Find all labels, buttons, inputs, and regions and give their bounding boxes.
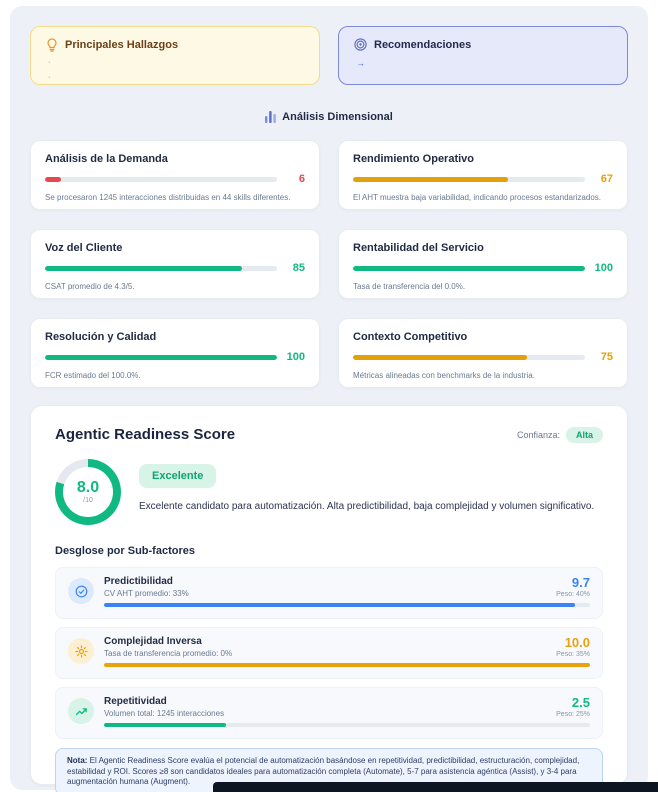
progress-track [104,603,590,607]
dimensional-analysis-header: Análisis Dimensional [30,111,628,123]
score-gauge: 8.0 /10 [55,459,121,525]
dimension-title: Rendimiento Operativo [353,153,613,165]
confidence-label: Confianza: [517,430,560,440]
gauge-score: 8.0 [77,480,99,496]
progress-fill [353,177,508,182]
progress-track [45,266,277,271]
dimension-title: Rentabilidad del Servicio [353,242,613,254]
dimension-title: Análisis de la Demanda [45,153,305,165]
note-label: Nota: [67,756,87,765]
subfactor-detail: CV AHT promedio: 33% [104,589,189,598]
gauge-max: /10 [83,497,93,504]
trending-up-icon [68,698,94,724]
progress-fill [45,177,61,182]
subfactor-name: Repetitividad [104,696,224,707]
rating-badge: Excelente [139,464,216,488]
bottom-dark-bar [213,782,658,792]
dimension-description: El AHT muestra baja variabilidad, indica… [353,193,613,202]
subfactor-row-complejidad: Complejidad Inversa Tasa de transferenci… [55,627,603,679]
dimension-card-voz-cliente: Voz del Cliente 85 CSAT promedio de 4.3/… [30,229,320,299]
dimension-score: 85 [285,262,305,274]
dimension-score: 100 [593,262,613,274]
gear-icon [68,638,94,664]
dimension-description: FCR estimado del 100.0%. [45,371,305,380]
recommendation-arrow: → [356,58,612,68]
recommendations-title: Recomendaciones [374,39,471,51]
agentic-description: Excelente candidato para automatización.… [139,500,603,513]
progress-fill [45,355,277,360]
dimension-description: CSAT promedio de 4.3/5. [45,282,305,291]
progress-fill [353,266,585,271]
progress-track [353,266,585,271]
subfactor-name: Predictibilidad [104,576,189,587]
dimension-description: Métricas alineadas con benchmarks de la … [353,371,613,380]
findings-title: Principales Hallazgos [65,39,178,51]
target-icon [68,578,94,604]
subfactors-title: Desglose por Sub-factores [55,545,603,557]
dimension-card-demanda: Análisis de la Demanda 6 Se procesaron 1… [30,140,320,210]
dimension-title: Voz del Cliente [45,242,305,254]
dimension-card-rentabilidad: Rentabilidad del Servicio 100 Tasa de tr… [338,229,628,299]
bar-chart-icon [265,111,276,123]
progress-fill [104,663,590,667]
subfactor-detail: Volumen total: 1245 interacciones [104,709,224,718]
subfactor-weight: Peso: 40% [556,591,590,598]
dimension-card-resolucion: Resolución y Calidad 100 FCR estimado de… [30,318,320,388]
progress-track [45,355,277,360]
progress-track [104,663,590,667]
finding-bullet: · [48,73,304,82]
progress-track [104,723,590,727]
progress-fill [104,723,226,727]
dimension-description: Tasa de transferencia del 0.0%. [353,282,613,291]
finding-bullet: · [48,58,304,67]
agentic-title: Agentic Readiness Score [55,426,235,443]
subfactor-detail: Tasa de transferencia promedio: 0% [104,649,232,658]
dimension-score: 100 [285,351,305,363]
subfactor-name: Complejidad Inversa [104,636,232,647]
progress-track [353,355,585,360]
dimension-card-contexto: Contexto Competitivo 75 Métricas alinead… [338,318,628,388]
confidence-badge: Alta [566,427,603,443]
target-icon [354,38,367,51]
subfactor-row-repetitividad: Repetitividad Volumen total: 1245 intera… [55,687,603,739]
dimension-title: Contexto Competitivo [353,331,613,343]
section-title: Análisis Dimensional [282,111,393,123]
subfactor-score: 10.0 [556,636,590,649]
subfactor-weight: Peso: 35% [556,651,590,658]
progress-fill [45,266,242,271]
progress-track [45,177,277,182]
progress-fill [353,355,527,360]
subfactor-row-predictibilidad: Predictibilidad CV AHT promedio: 33% 9.7… [55,567,603,619]
principal-findings-card: Principales Hallazgos · · [30,26,320,85]
dimension-title: Resolución y Calidad [45,331,305,343]
dimension-score: 6 [285,173,305,185]
subfactor-list: Predictibilidad CV AHT promedio: 33% 9.7… [55,567,603,739]
agentic-readiness-card: Agentic Readiness Score Confianza: Alta … [30,405,628,785]
recommendations-card: Recomendaciones → [338,26,628,85]
subfactor-score: 2.5 [556,696,590,709]
lightbulb-icon [46,38,58,52]
summary-row: Principales Hallazgos · · Recomendacione… [30,26,628,85]
subfactor-weight: Peso: 25% [556,711,590,718]
dimension-description: Se procesaron 1245 interacciones distrib… [45,193,305,202]
dimension-score: 75 [593,351,613,363]
report-page: Principales Hallazgos · · Recomendacione… [0,0,658,792]
dimension-score: 67 [593,173,613,185]
dimension-grid: Análisis de la Demanda 6 Se procesaron 1… [30,140,628,388]
subfactor-score: 9.7 [556,576,590,589]
dimension-card-rendimiento: Rendimiento Operativo 67 El AHT muestra … [338,140,628,210]
progress-track [353,177,585,182]
progress-fill [104,603,575,607]
